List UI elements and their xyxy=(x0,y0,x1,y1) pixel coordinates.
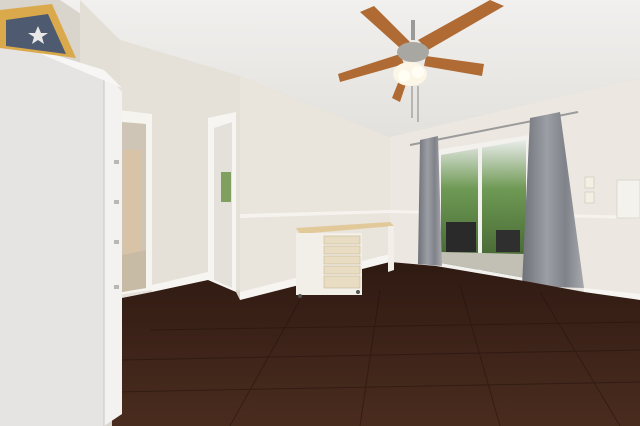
desk-caster-2 xyxy=(356,290,360,294)
patio-table xyxy=(446,222,476,252)
desk-caster xyxy=(298,294,302,298)
curtain-left xyxy=(418,136,442,266)
wall-panel xyxy=(616,179,640,219)
fan-motor-housing xyxy=(397,42,429,62)
wardrobe-side xyxy=(0,42,104,426)
patio-chair xyxy=(496,230,520,252)
bathroom-window xyxy=(221,172,231,202)
hallway-floor xyxy=(122,250,146,292)
light-switch xyxy=(584,176,595,189)
desk-drawers xyxy=(323,235,361,289)
room-photo xyxy=(0,0,640,426)
fan-light-bulb xyxy=(398,70,410,82)
bathroom-doorway-opening xyxy=(214,122,232,288)
desk-leg xyxy=(388,226,394,272)
outlet-plate xyxy=(584,191,595,204)
wardrobe-front xyxy=(104,70,122,426)
fan-light-bulb-2 xyxy=(412,66,424,78)
hallway-wallpaper xyxy=(124,150,142,260)
fan-downrod xyxy=(411,20,415,40)
